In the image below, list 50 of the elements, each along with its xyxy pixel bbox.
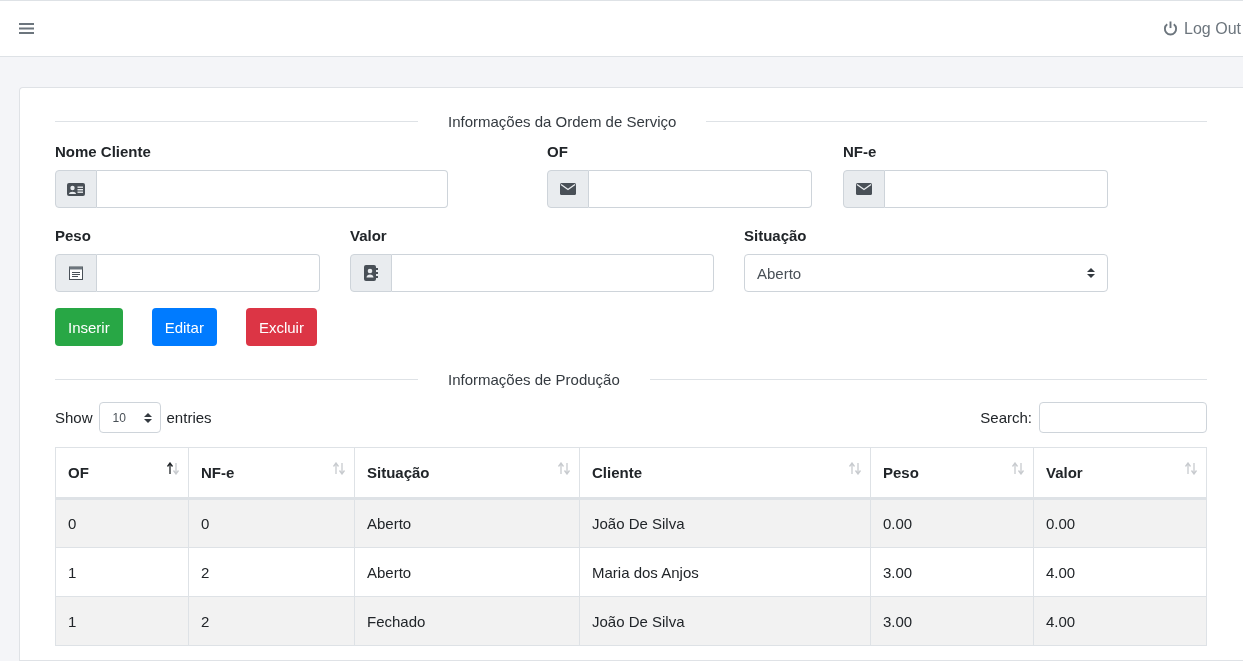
menu-icon [19, 22, 34, 35]
select-caret-icon [143, 411, 152, 424]
status-select[interactable]: Aberto [744, 254, 1108, 292]
field-label: Situação [744, 226, 808, 246]
table-cell: Aberto [354, 547, 580, 597]
envelope-icon [856, 183, 872, 195]
page-length-select[interactable]: 10 [98, 402, 161, 433]
table-cell: Maria dos Anjos [579, 547, 871, 597]
table-cell: Aberto [354, 498, 580, 548]
input-field[interactable] [392, 254, 714, 292]
section-title: Informações da Ordem de Serviço [447, 112, 678, 130]
input-field[interactable] [97, 254, 320, 292]
notepad-icon [69, 266, 83, 280]
table-cell: 2 [188, 547, 355, 597]
envelope-icon [560, 183, 576, 195]
table-cell: 3.00 [870, 547, 1034, 597]
table-cell: 1 [55, 596, 189, 646]
show-label: Show [55, 409, 93, 426]
entries-label: entries [166, 409, 212, 426]
menu-button[interactable] [19, 22, 34, 35]
table-cell: 2 [188, 596, 355, 646]
section-title: Informações de Produção [447, 370, 621, 388]
field-label: Valor [350, 226, 388, 246]
field-label: OF [547, 142, 569, 162]
table-cell: 0 [55, 498, 189, 548]
table-cell: João De Silva [579, 596, 871, 646]
select-caret-icon [1087, 267, 1095, 279]
table-cell: João De Silva [579, 498, 871, 548]
input-field[interactable] [589, 170, 812, 208]
field-label: Peso [55, 226, 92, 246]
id-card-icon [67, 182, 85, 196]
table-cell: 0.00 [1033, 498, 1207, 548]
table-cell: 4.00 [1033, 547, 1207, 597]
input-field[interactable] [885, 170, 1108, 208]
table-cell: 0.00 [870, 498, 1034, 548]
search-label: Search: [980, 409, 1032, 426]
field-label: NF-e [843, 142, 878, 162]
input-field[interactable] [97, 170, 448, 208]
table-cell: 3.00 [870, 596, 1034, 646]
table-cell: Fechado [354, 596, 580, 646]
table-cell: 1 [55, 547, 189, 597]
search-field[interactable] [1039, 402, 1207, 433]
power-icon [1163, 21, 1179, 36]
table-cell: 0 [188, 498, 355, 548]
table-cell: 4.00 [1033, 596, 1207, 646]
action-button[interactable]: Editar [151, 308, 217, 346]
address-book-icon [364, 265, 378, 281]
field-label: Nome Cliente [55, 142, 152, 162]
logout-button[interactable]: Log Out [1163, 19, 1241, 38]
action-button[interactable]: Excluir [245, 308, 317, 346]
